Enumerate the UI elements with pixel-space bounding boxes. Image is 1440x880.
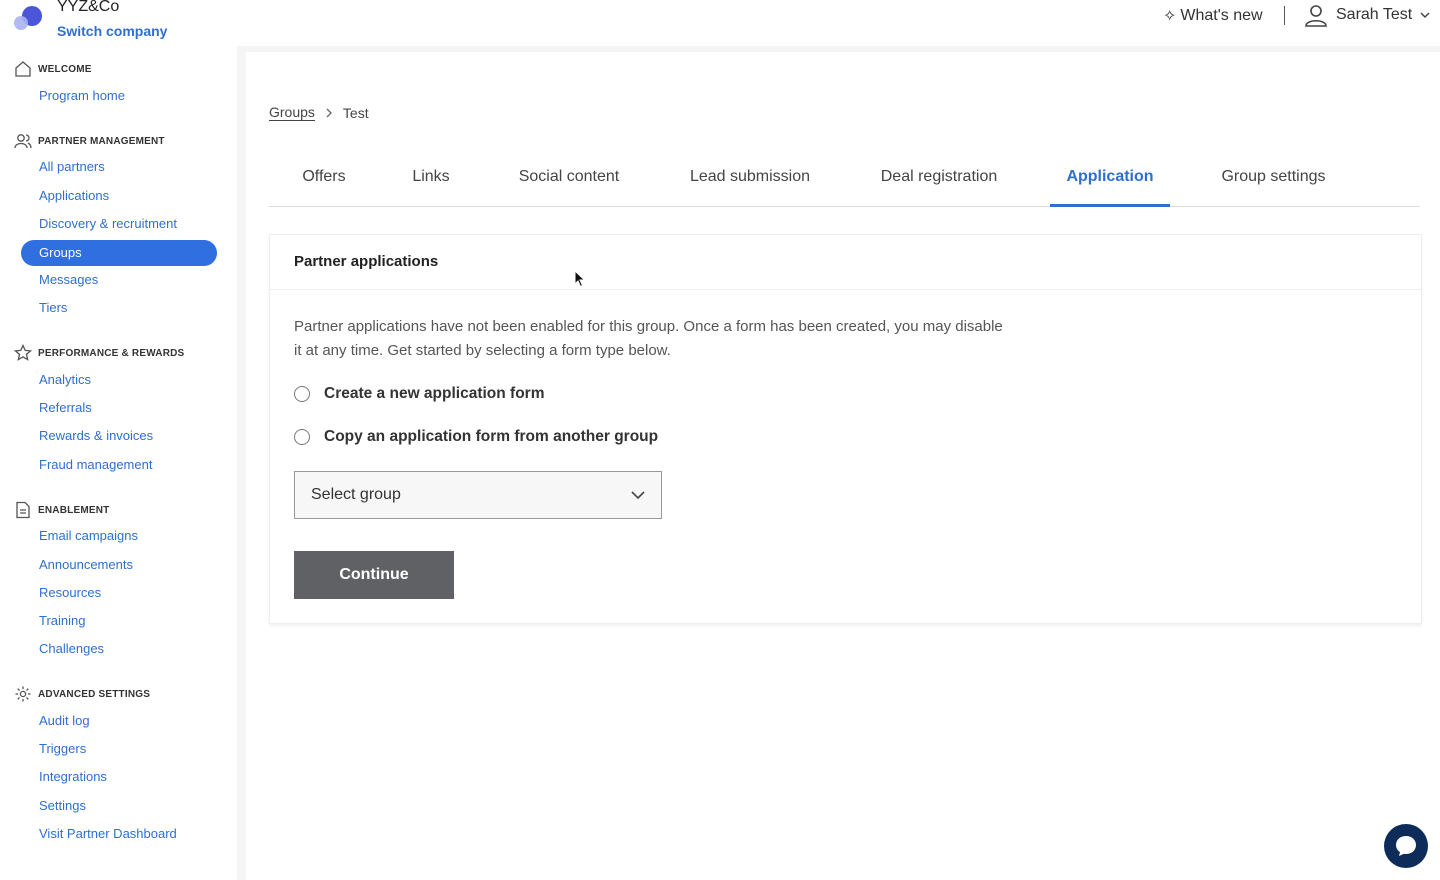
- user-menu[interactable]: Sarah Test: [1304, 3, 1430, 27]
- sidebar-item-applications[interactable]: Applications: [21, 183, 217, 209]
- radio-copy-form[interactable]: [294, 429, 310, 445]
- section-advanced-settings: ADVANCED SETTINGS: [14, 685, 150, 703]
- group-tabs: Offers Links Social content Lead submiss…: [269, 154, 1420, 207]
- sidebar-item-integrations[interactable]: Integrations: [21, 764, 217, 790]
- company-name: YYZ&Co: [57, 0, 120, 15]
- sidebar-item-fraud-management[interactable]: Fraud management: [21, 452, 217, 478]
- section-title: ADVANCED SETTINGS: [38, 688, 151, 700]
- panel-title: Partner applications: [294, 253, 439, 270]
- tab-social-content[interactable]: Social content: [505, 154, 633, 207]
- sidebar-item-triggers[interactable]: Triggers: [21, 736, 217, 762]
- radio-create-new[interactable]: [294, 386, 310, 402]
- breadcrumb-current: Test: [342, 104, 369, 121]
- copy-form-option[interactable]: Copy an application form from another gr…: [294, 428, 658, 446]
- section-partner-management: PARTNER MANAGEMENT: [14, 132, 165, 150]
- breadcrumb-groups-link[interactable]: Groups: [269, 104, 315, 121]
- sidebar-item-all-partners[interactable]: All partners: [21, 154, 217, 180]
- sidebar-item-settings[interactable]: Settings: [21, 793, 217, 819]
- panel-divider: [270, 289, 1421, 290]
- tab-lead-submission[interactable]: Lead submission: [677, 154, 823, 207]
- tab-links[interactable]: Links: [400, 154, 462, 207]
- users-icon: [14, 134, 32, 149]
- whats-new-link[interactable]: ✧ What's new: [1163, 6, 1263, 26]
- tab-application[interactable]: Application: [1050, 154, 1170, 207]
- chevron-down-icon: [631, 491, 645, 500]
- section-performance-rewards: PERFORMANCE & REWARDS: [14, 344, 184, 362]
- section-title: PERFORMANCE & REWARDS: [38, 347, 185, 359]
- sidebar-item-visit-partner-dashboard[interactable]: Visit Partner Dashboard: [21, 821, 217, 847]
- star-icon: [14, 344, 32, 361]
- tab-group-settings[interactable]: Group settings: [1208, 154, 1339, 207]
- sidebar-item-training[interactable]: Training: [21, 608, 217, 634]
- sidebar-item-email-campaigns[interactable]: Email campaigns: [21, 523, 217, 549]
- chevron-down-icon: [1420, 12, 1430, 19]
- sidebar-item-rewards-invoices[interactable]: Rewards & invoices: [21, 423, 217, 449]
- section-enablement: ENABLEMENT: [14, 501, 109, 519]
- sidebar-item-messages[interactable]: Messages: [21, 267, 217, 293]
- breadcrumb: Groups Test: [269, 104, 369, 121]
- home-icon: [15, 61, 31, 77]
- sidebar-item-groups[interactable]: Groups: [21, 240, 217, 266]
- sidebar-item-analytics[interactable]: Analytics: [21, 367, 217, 393]
- user-name: Sarah Test: [1336, 6, 1413, 23]
- sidebar-item-challenges[interactable]: Challenges: [21, 636, 217, 662]
- sidebar-item-program-home[interactable]: Program home: [21, 83, 217, 109]
- mouse-cursor-icon: [574, 270, 586, 288]
- top-bar: YYZ&Co Switch company ✧ What's new Sarah…: [0, 0, 1440, 46]
- partner-applications-panel: Partner applications Partner application…: [269, 234, 1422, 624]
- chat-bubble-icon: [1396, 836, 1416, 856]
- sidebar-item-audit-log[interactable]: Audit log: [21, 708, 217, 734]
- sidebar: WELCOME Program home PARTNER MANAGEMENT …: [0, 46, 237, 880]
- sidebar-item-referrals[interactable]: Referrals: [21, 395, 217, 421]
- switch-company-link[interactable]: Switch company: [57, 23, 167, 39]
- panel-description: Partner applications have not been enabl…: [294, 318, 1003, 359]
- chat-button[interactable]: [1384, 824, 1428, 868]
- chevron-right-icon: [326, 108, 332, 117]
- tab-offers[interactable]: Offers: [285, 154, 363, 207]
- select-group-value: Select group: [311, 486, 401, 503]
- section-welcome: WELCOME: [14, 60, 92, 78]
- continue-button[interactable]: Continue: [294, 551, 454, 599]
- whats-new-label: What's new: [1180, 7, 1263, 24]
- user-icon: [1305, 5, 1327, 27]
- gear-icon: [15, 686, 31, 702]
- tab-deal-registration[interactable]: Deal registration: [867, 154, 1011, 207]
- section-title: WELCOME: [38, 63, 92, 75]
- section-title: ENABLEMENT: [38, 504, 110, 516]
- sparkle-icon: ✧: [1163, 8, 1177, 25]
- section-title: PARTNER MANAGEMENT: [38, 135, 165, 147]
- company-logo: [14, 6, 42, 30]
- radio-label: Create a new application form: [324, 385, 545, 402]
- document-icon: [16, 501, 30, 519]
- sidebar-item-discovery-recruitment[interactable]: Discovery & recruitment: [21, 211, 217, 237]
- create-new-form-option[interactable]: Create a new application form: [294, 385, 545, 403]
- select-group-dropdown[interactable]: Select group: [294, 471, 662, 519]
- sidebar-item-announcements[interactable]: Announcements: [21, 552, 217, 578]
- header-divider: [1284, 6, 1285, 25]
- main-content: Groups Test Offers Links Social content …: [246, 52, 1440, 880]
- sidebar-item-resources[interactable]: Resources: [21, 580, 217, 606]
- sidebar-item-tiers[interactable]: Tiers: [21, 295, 217, 321]
- radio-label: Copy an application form from another gr…: [324, 428, 659, 445]
